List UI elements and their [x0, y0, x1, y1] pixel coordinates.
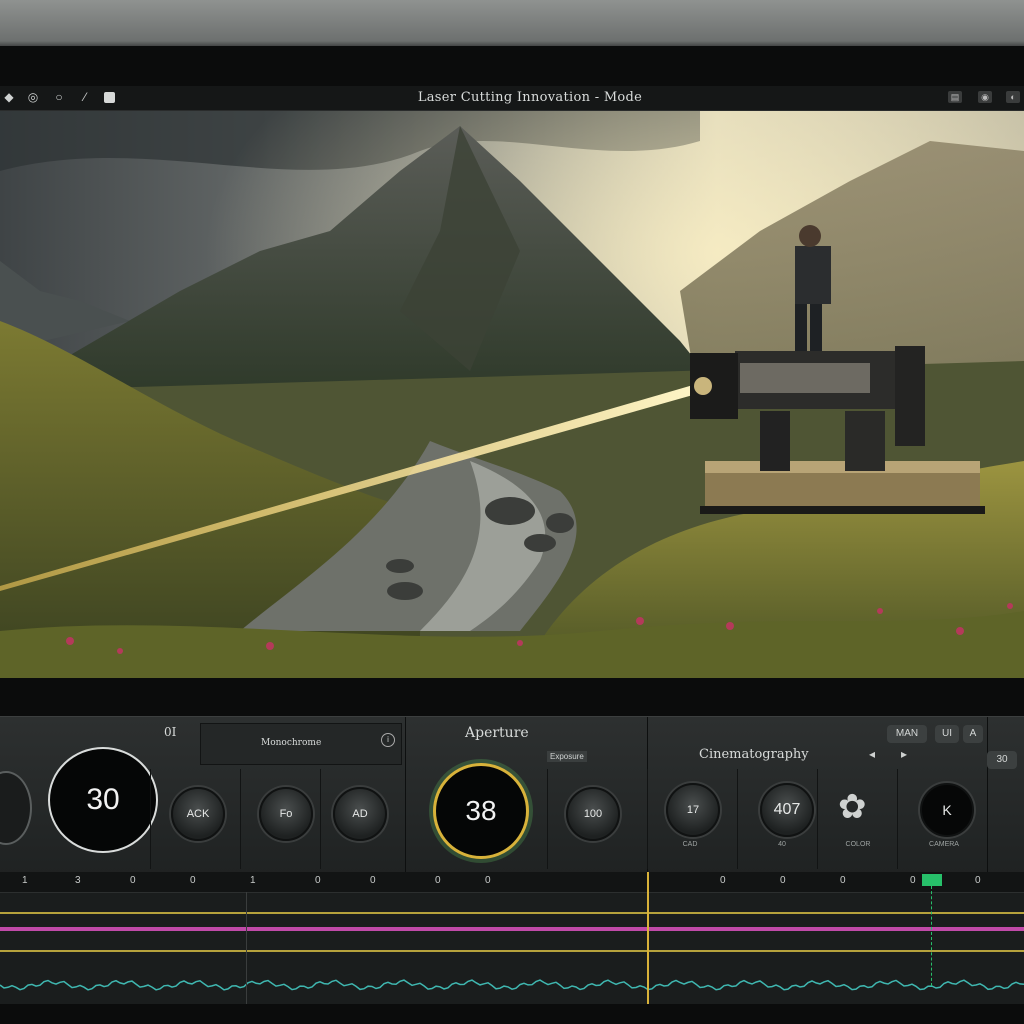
section-aperture: Aperture Exposure 38 100: [405, 717, 648, 873]
cinema-label: Cinematography: [699, 747, 809, 762]
ruler-mark: 0: [190, 875, 196, 886]
arrow-left-icon[interactable]: ◂: [869, 747, 875, 761]
settings-icon[interactable]: ◐: [1006, 91, 1020, 103]
knob-3[interactable]: AD: [333, 787, 387, 841]
eye-icon[interactable]: ◉: [978, 91, 992, 103]
section-cinematography: Cinematography ◂ ▸ MAN UI A 17 CAD 407 4…: [647, 717, 988, 873]
cinema-knob-3-label: COLOR: [845, 841, 871, 848]
aperture-dial[interactable]: 38: [433, 763, 529, 859]
video-viewport[interactable]: [0, 111, 1024, 678]
cinema-knob-2[interactable]: 407: [760, 783, 814, 837]
ruler-mark: 0: [720, 875, 726, 886]
aperture-knob-cell: 100: [547, 769, 648, 869]
window-title: Laser Cutting Innovation - Mode: [417, 90, 643, 105]
frame-rate-dial[interactable]: 30: [48, 747, 158, 853]
section1-label: Monochrome: [261, 738, 322, 748]
a-button[interactable]: A: [963, 725, 983, 743]
timeline-ruler[interactable]: 1 3 0 0 1 0 0 0 0 0 0 0 0 0: [0, 872, 1024, 893]
aperture-knob[interactable]: 100: [566, 787, 620, 841]
cinema-knob-2-label: 40: [778, 841, 786, 848]
ruler-mark: 0: [130, 875, 136, 886]
aperture-label: Aperture: [465, 725, 529, 741]
timeline[interactable]: 1 3 0 0 1 0 0 0 0 0 0 0 0 0: [0, 872, 1024, 1004]
ruler-mark: 0: [840, 875, 846, 886]
ruler-mark: 3: [75, 875, 81, 886]
marker-flag[interactable]: [922, 874, 942, 886]
info-icon[interactable]: i: [381, 733, 395, 747]
side-value[interactable]: 30: [987, 751, 1017, 769]
arrow-right-icon[interactable]: ▸: [901, 747, 907, 761]
knob-cell-3: AD: [320, 769, 406, 869]
audio-waveform-track[interactable]: [0, 972, 1024, 998]
knob-2[interactable]: Fo: [259, 787, 313, 841]
ruler-mark: 0: [910, 875, 916, 886]
ruler-mark: 1: [250, 875, 256, 886]
ruler-mark: 0: [315, 875, 321, 886]
cinema-knob-1[interactable]: 17: [666, 783, 720, 837]
ruler-mark: 0: [435, 875, 441, 886]
track-yellow[interactable]: [0, 912, 1024, 914]
cinema-knob-1-label: CAD: [682, 841, 698, 848]
panel-icon[interactable]: ▤: [948, 91, 962, 103]
ruler-mark: 0: [485, 875, 491, 886]
track-pink[interactable]: [0, 927, 1024, 931]
scene-image: [0, 111, 1024, 678]
section1-header: Monochrome i: [200, 723, 402, 765]
section-monochrome: 0I Monochrome i ACK Fo AD: [150, 717, 406, 873]
track-divider: [246, 892, 247, 1004]
audio-waveform: [0, 979, 1024, 991]
exposure-tag: Exposure: [547, 751, 587, 762]
knob-cell-1: ACK: [150, 769, 241, 869]
control-panel: 30 0I Monochrome i ACK Fo AD Aperture Ex…: [0, 716, 1024, 877]
cinema-cell-2: 407 40: [737, 769, 818, 869]
playhead[interactable]: [647, 872, 649, 1004]
cinema-knob-4-label: CAMERA: [929, 841, 959, 848]
ruler-mark: 0: [780, 875, 786, 886]
ruler-mark: 0: [370, 875, 376, 886]
section-side: 30: [987, 717, 1024, 873]
cinema-knob-4[interactable]: K: [920, 783, 974, 837]
jog-knob[interactable]: [0, 771, 32, 845]
cinema-cell-3: ✿ COLOR: [817, 769, 898, 869]
ruler-mark: 0: [975, 875, 981, 886]
cinema-cell-4: K CAMERA: [897, 769, 988, 869]
color-wheel-icon[interactable]: ✿: [838, 787, 867, 827]
knob-1[interactable]: ACK: [171, 787, 225, 841]
track-yellow-2[interactable]: [0, 950, 1024, 952]
app-title-bar: ◆ ◎ ○ ⁄ Laser Cutting Innovation - Mode …: [0, 86, 1024, 111]
ui-button[interactable]: UI: [935, 725, 959, 743]
mode-button[interactable]: MAN: [887, 725, 927, 743]
section1-badge: 0I: [164, 725, 177, 739]
ruler-mark: 1: [22, 875, 28, 886]
marker-line: [931, 886, 933, 986]
cinema-cell-1: 17 CAD: [647, 769, 738, 869]
knob-cell-2: Fo: [240, 769, 321, 869]
